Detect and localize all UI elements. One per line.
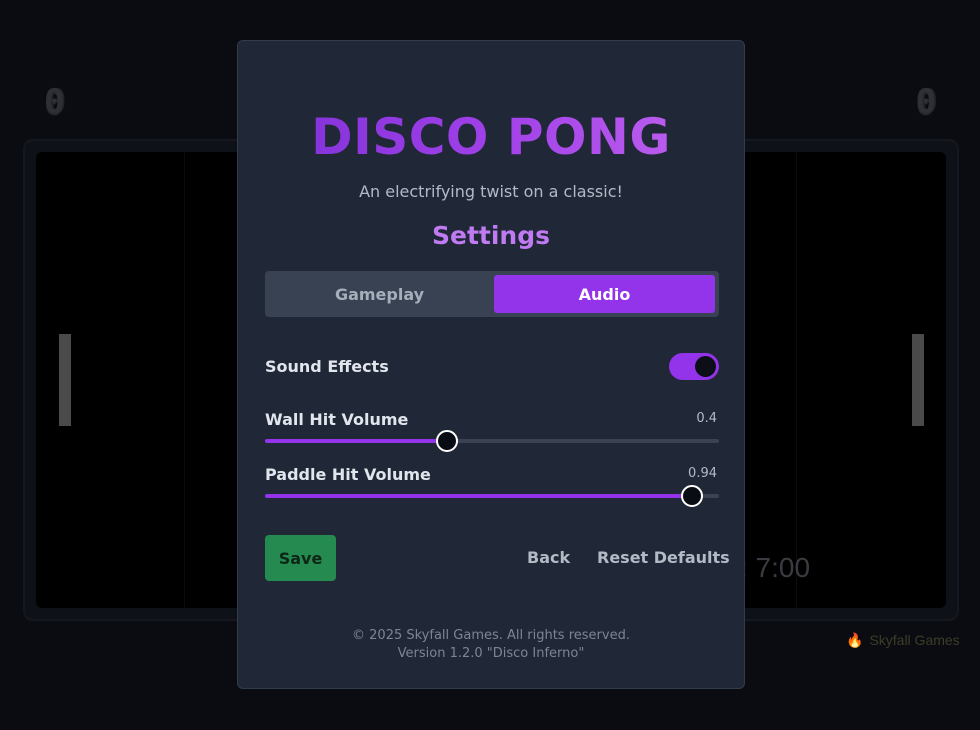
right-score: 0: [915, 82, 936, 122]
save-button[interactable]: Save: [265, 535, 336, 581]
slider-fill: [265, 439, 447, 443]
settings-tabs: Gameplay Audio: [265, 271, 719, 317]
copyright-text: © 2025 Skyfall Games. All rights reserve…: [352, 628, 630, 643]
left-score: 0: [44, 82, 65, 122]
sound-effects-label: Sound Effects: [265, 357, 389, 376]
wall-hit-volume-slider[interactable]: [265, 430, 719, 452]
reset-defaults-button[interactable]: Reset Defaults: [597, 547, 730, 569]
game-title: DISCO PONG: [238, 107, 744, 167]
background-brand: 🔥 Skyfall Games: [846, 632, 960, 649]
version-text: Version 1.2.0 "Disco Inferno": [397, 646, 585, 661]
slider-thumb[interactable]: [435, 430, 458, 452]
arena-stripe: [184, 152, 185, 608]
background-brand-label: Skyfall Games: [869, 632, 960, 648]
sound-effects-toggle[interactable]: [669, 353, 719, 380]
left-paddle: [59, 334, 71, 426]
paddle-hit-volume-slider[interactable]: [265, 485, 719, 507]
settings-heading: Settings: [431, 221, 550, 250]
paddle-hit-volume-value: 0.94: [688, 466, 717, 481]
settings-modal: DISCO PONG An electrifying twist on a cl…: [237, 40, 745, 689]
slider-thumb[interactable]: [680, 485, 703, 507]
wall-hit-volume-value: 0.4: [696, 411, 717, 426]
back-button[interactable]: Back: [527, 547, 570, 569]
flame-icon: 🔥: [846, 632, 864, 648]
game-tagline: An electrifying twist on a classic!: [359, 182, 623, 201]
wall-hit-volume-label: Wall Hit Volume: [265, 410, 409, 429]
modal-footer: © 2025 Skyfall Games. All rights reserve…: [238, 627, 744, 663]
right-paddle: [912, 334, 924, 426]
tab-audio[interactable]: Audio: [494, 275, 715, 313]
arena-stripe: [796, 152, 797, 608]
toggle-knob: [695, 356, 716, 377]
tab-gameplay[interactable]: Gameplay: [269, 275, 490, 313]
paddle-hit-volume-label: Paddle Hit Volume: [265, 465, 431, 484]
slider-fill: [265, 494, 692, 498]
